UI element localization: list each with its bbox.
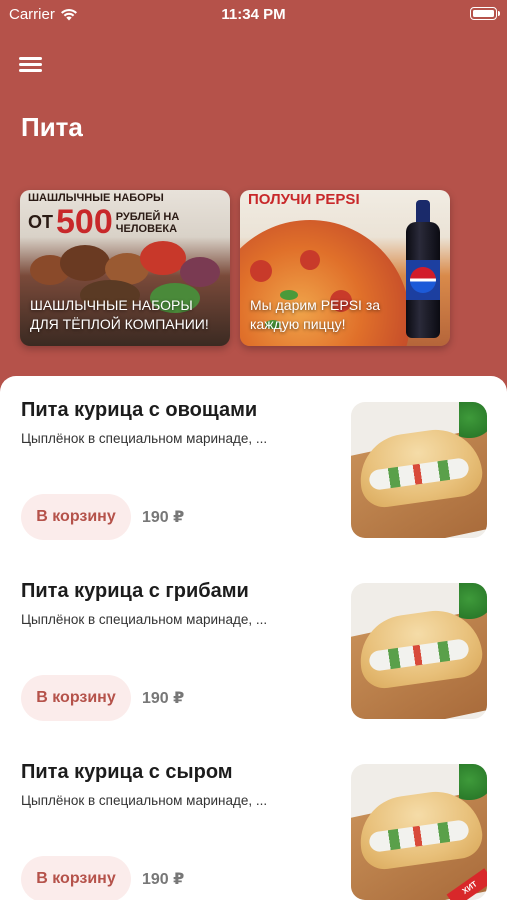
status-bar: Carrier 11:34 PM	[0, 0, 507, 30]
product-price: 190 ₽	[142, 690, 185, 707]
page-title: Пита	[21, 112, 83, 142]
pepsi-bottle-image	[406, 200, 440, 338]
promo-headline-big: 500	[56, 203, 113, 242]
product-image[interactable]	[351, 402, 487, 538]
product-card: Пита курица с грибами Цыплёнок в специал…	[0, 557, 507, 738]
add-to-cart-button[interactable]: В корзину	[21, 494, 131, 540]
product-card: Пита курица с овощами Цыплёнок в специал…	[0, 376, 507, 557]
product-name: Пита курица с сыром	[21, 761, 233, 783]
product-list: Пита курица с овощами Цыплёнок в специал…	[0, 376, 507, 900]
product-price: 190 ₽	[142, 509, 185, 526]
promo-headline: ШАШЛЫЧНЫЕ НАБОРЫ ОТ 500 РУБЛЕЙ НА ЧЕЛОВЕ…	[28, 192, 222, 241]
product-price: 190 ₽	[142, 871, 185, 888]
product-name: Пита курица с овощами	[21, 399, 258, 421]
product-description: Цыплёнок в специальном маринаде, ...	[21, 793, 268, 808]
product-description: Цыплёнок в специальном маринаде, ...	[21, 612, 268, 627]
promo-banner-shashlik[interactable]: ШАШЛЫЧНЫЕ НАБОРЫ ОТ 500 РУБЛЕЙ НА ЧЕЛОВЕ…	[20, 190, 230, 346]
promo-headline-suffix: РУБЛЕЙ НА ЧЕЛОВЕКА	[115, 210, 180, 235]
product-image[interactable]	[351, 583, 487, 719]
add-to-cart-button[interactable]: В корзину	[21, 856, 131, 900]
product-description: Цыплёнок в специальном маринаде, ...	[21, 431, 268, 446]
promo-caption: Мы дарим PEPSI за каждую пиццу!	[250, 297, 381, 333]
menu-icon[interactable]	[19, 55, 43, 73]
battery-icon	[470, 7, 500, 20]
promo-headline-prefix: ОТ	[28, 211, 53, 232]
product-image[interactable]: ХИТ	[351, 764, 487, 900]
product-name: Пита курица с грибами	[21, 580, 249, 602]
clock: 11:34 PM	[221, 6, 286, 23]
promo-banner-pepsi[interactable]: ПОЛУЧИ PEPSI Мы дарим PEPSI за каждую пи…	[240, 190, 450, 346]
promo-caption: ШАШЛЫЧНЫЕ НАБОРЫ ДЛЯ ТЁПЛОЙ КОМПАНИИ!	[30, 297, 209, 333]
add-to-cart-button[interactable]: В корзину	[21, 675, 131, 721]
product-card: Пита курица с сыром Цыплёнок в специальн…	[0, 738, 507, 900]
